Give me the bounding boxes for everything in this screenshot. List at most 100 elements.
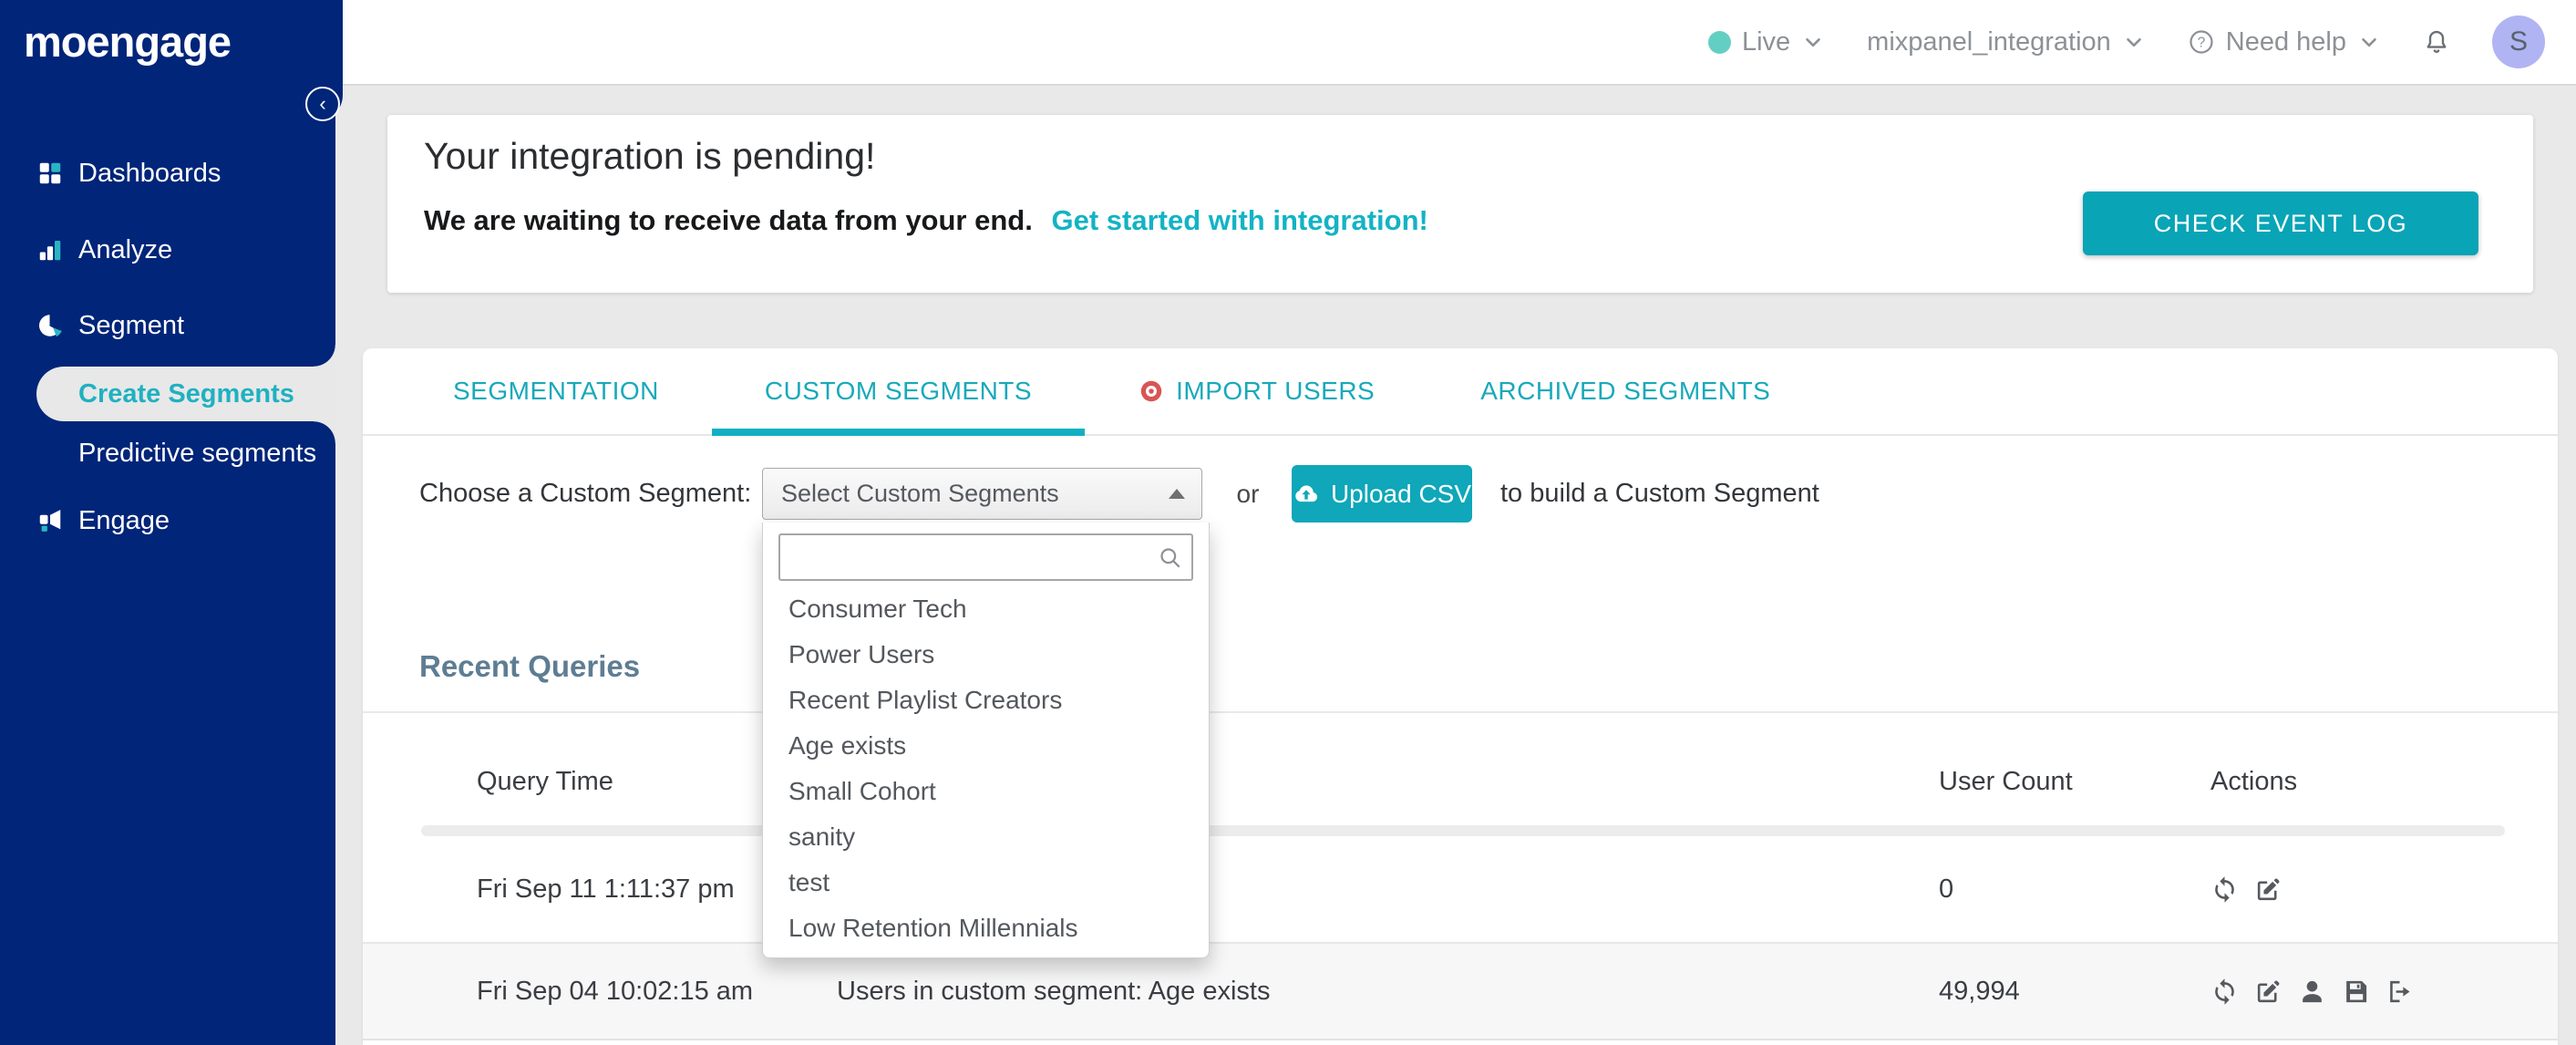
live-label: Live (1741, 26, 1791, 57)
sidebar-item-dashboards[interactable]: Dashboards (0, 146, 335, 201)
dropdown-option[interactable]: Consumer Tech (763, 586, 1209, 632)
dropdown-option[interactable]: Age exists (763, 723, 1209, 769)
question-circle-icon: ? (2190, 30, 2213, 54)
section-divider (363, 711, 2558, 713)
banner-title: Your integration is pending! (424, 135, 876, 177)
app-root: Live mixpanel_integration ? Need help S … (0, 0, 2576, 1045)
banner-subtitle-text: We are waiting to receive data from your… (424, 204, 1033, 236)
tab-custom-segments[interactable]: CUSTOM SEGMENTS (711, 348, 1086, 436)
need-help-label: Need help (2225, 26, 2346, 57)
build-segment-text: to build a Custom Segment (1500, 479, 1819, 508)
tab-archived-segments[interactable]: ARCHIVED SEGMENTS (1427, 348, 1823, 434)
recent-queries-heading: Recent Queries (419, 649, 641, 683)
custom-segments-dropdown: Consumer Tech Power Users Recent Playlis… (762, 522, 1210, 958)
save-icon[interactable] (2342, 978, 2370, 1006)
project-name: mixpanel_integration (1867, 26, 2111, 57)
or-text: or (1236, 480, 1260, 508)
tab-label: SEGMENTATION (453, 377, 659, 405)
col-user-count: User Count (1939, 766, 2073, 796)
moengage-logo: moengage (24, 17, 232, 66)
dropdown-option[interactable]: Recent Playlist Creators (763, 678, 1209, 723)
bar-chart-icon (39, 241, 61, 261)
export-icon[interactable] (2385, 978, 2414, 1006)
need-help-menu[interactable]: ? Need help (2188, 27, 2381, 57)
upload-csv-button[interactable]: Upload CSV (1292, 465, 1472, 522)
sidebar-item-segment[interactable]: Segment (0, 298, 335, 353)
sidebar-collapse-button[interactable]: ‹ (305, 87, 340, 121)
sidebar-item-create-segments[interactable]: Create Segments (36, 367, 335, 421)
bell-icon[interactable] (2423, 28, 2450, 56)
table-row: Fri Sep 04 10:02:15 am Users in custom s… (363, 944, 2558, 1040)
environment-switcher[interactable]: Live (1707, 26, 1825, 57)
segments-card: SEGMENTATION CUSTOM SEGMENTS IMPORT USER… (363, 348, 2558, 1045)
sidebar-item-label: Dashboards (78, 158, 222, 188)
edit-icon[interactable] (2254, 978, 2282, 1006)
tab-label: IMPORT USERS (1176, 377, 1376, 405)
select-value: Select Custom Segments (781, 480, 1059, 507)
sidebar-item-label: Predictive segments (78, 438, 317, 468)
query-time: Fri Sep 04 10:02:15 am (477, 976, 754, 1006)
table-header-row: Query Time User Count Actions (363, 728, 2558, 835)
check-event-log-button[interactable]: CHECK EVENT LOG (2083, 191, 2478, 255)
upload-csv-label: Upload CSV (1330, 479, 1472, 508)
sidebar: Dashboards Analyze Segment Create Segmen… (0, 0, 335, 1045)
top-header: Live mixpanel_integration ? Need help S (0, 0, 2576, 86)
edit-icon[interactable] (2254, 875, 2282, 904)
sidebar-item-label: Analyze (78, 234, 173, 264)
pie-chart-icon (39, 315, 62, 337)
refresh-icon[interactable] (2210, 978, 2239, 1006)
sidebar-corner-curve (314, 421, 335, 443)
custom-segment-select[interactable]: Select Custom Segments (762, 468, 1202, 520)
dropdown-list: Consumer Tech Power Users Recent Playlis… (763, 586, 1209, 951)
user-count: 49,994 (1939, 976, 2020, 1006)
choose-segment-label: Choose a Custom Segment: (419, 479, 752, 508)
row-actions (2193, 875, 2503, 904)
row-actions (2193, 978, 2503, 1006)
live-status-dot (1707, 30, 1731, 54)
user-avatar[interactable]: S (2492, 16, 2545, 68)
dropdown-option[interactable]: Small Cohort (763, 769, 1209, 814)
banner-subtitle: We are waiting to receive data from your… (424, 204, 1428, 237)
sidebar-item-label: Create Segments (78, 378, 294, 409)
red-target-dot-icon (1140, 380, 1162, 402)
dropdown-option[interactable]: Low Retention Millennials (763, 905, 1209, 951)
get-started-link[interactable]: Get started with integration! (1051, 204, 1427, 236)
query-description: Users in custom segment: Age exists (837, 976, 1271, 1006)
search-input[interactable] (788, 539, 1147, 577)
dropdown-option[interactable]: Power Users (763, 632, 1209, 678)
caret-up-icon (1169, 489, 1185, 499)
integration-pending-banner: Your integration is pending! We are wait… (387, 115, 2533, 293)
dropdown-option[interactable]: test (763, 860, 1209, 905)
sidebar-item-engage[interactable]: Engage (0, 493, 335, 548)
chevron-down-icon (1806, 37, 1820, 47)
sidebar-item-label: Segment (78, 310, 185, 340)
header-right-cluster: Live mixpanel_integration ? Need help S (1707, 16, 2576, 68)
tab-segmentation[interactable]: SEGMENTATION (400, 348, 712, 434)
refresh-icon[interactable] (2210, 875, 2239, 904)
megaphone-icon (39, 510, 61, 532)
col-actions: Actions (2210, 766, 2298, 796)
cloud-upload-icon (1295, 484, 1318, 502)
tab-label: ARCHIVED SEGMENTS (1480, 377, 1771, 405)
dropdown-search-box (778, 533, 1193, 581)
tab-import-users[interactable]: IMPORT USERS (1085, 348, 1427, 434)
dropdown-option[interactable]: sanity (763, 814, 1209, 860)
sidebar-item-analyze[interactable]: Analyze (0, 222, 335, 277)
dashboards-grid-icon (39, 162, 61, 184)
sidebar-corner-curve (314, 345, 335, 367)
search-icon (1160, 548, 1180, 568)
sidebar-item-label: Engage (78, 505, 170, 535)
project-switcher[interactable]: mixpanel_integration (1867, 27, 2146, 57)
avatar-initial: S (2509, 26, 2528, 57)
chevron-down-icon (2126, 37, 2141, 47)
user-count: 0 (1939, 874, 1954, 904)
segment-tabs: SEGMENTATION CUSTOM SEGMENTS IMPORT USER… (363, 348, 2558, 436)
table-row: Fri Sep 11 1:11:37 pm 0 (363, 836, 2558, 942)
user-icon[interactable] (2298, 978, 2326, 1006)
sidebar-item-predictive-segments[interactable]: Predictive segments (0, 426, 335, 481)
tab-label: CUSTOM SEGMENTS (764, 377, 1033, 405)
chevron-down-icon (2362, 37, 2376, 47)
logo-block: moengage (0, 0, 343, 122)
table-scrollbar-strip[interactable] (421, 825, 2505, 836)
svg-text:?: ? (2197, 36, 2205, 51)
